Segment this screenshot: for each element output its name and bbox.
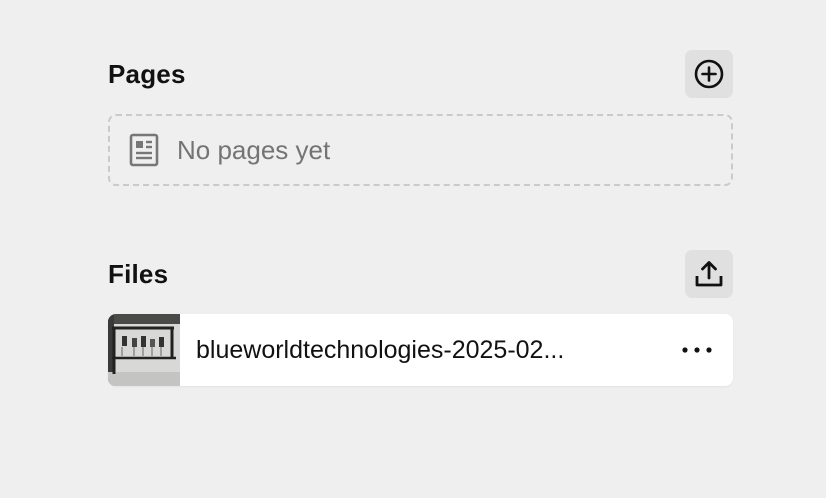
- files-header: Files: [108, 250, 733, 298]
- more-horizontal-icon: [682, 347, 712, 353]
- pages-title: Pages: [108, 58, 186, 89]
- pages-empty-state: No pages yet: [108, 114, 733, 186]
- pages-header: Pages: [108, 50, 733, 98]
- file-name: blueworldtechnologies-2025-02...: [196, 335, 565, 364]
- empty-pages-text: No pages yet: [177, 134, 331, 165]
- file-more-button[interactable]: [673, 326, 721, 374]
- document-icon: [129, 133, 159, 167]
- files-title: Files: [108, 258, 169, 289]
- file-thumbnail: [108, 314, 180, 386]
- plus-circle-icon: [694, 59, 724, 89]
- upload-file-button[interactable]: [685, 250, 733, 298]
- upload-icon: [695, 261, 723, 287]
- file-list-item[interactable]: blueworldtechnologies-2025-02...: [108, 314, 733, 386]
- add-page-button[interactable]: [685, 50, 733, 98]
